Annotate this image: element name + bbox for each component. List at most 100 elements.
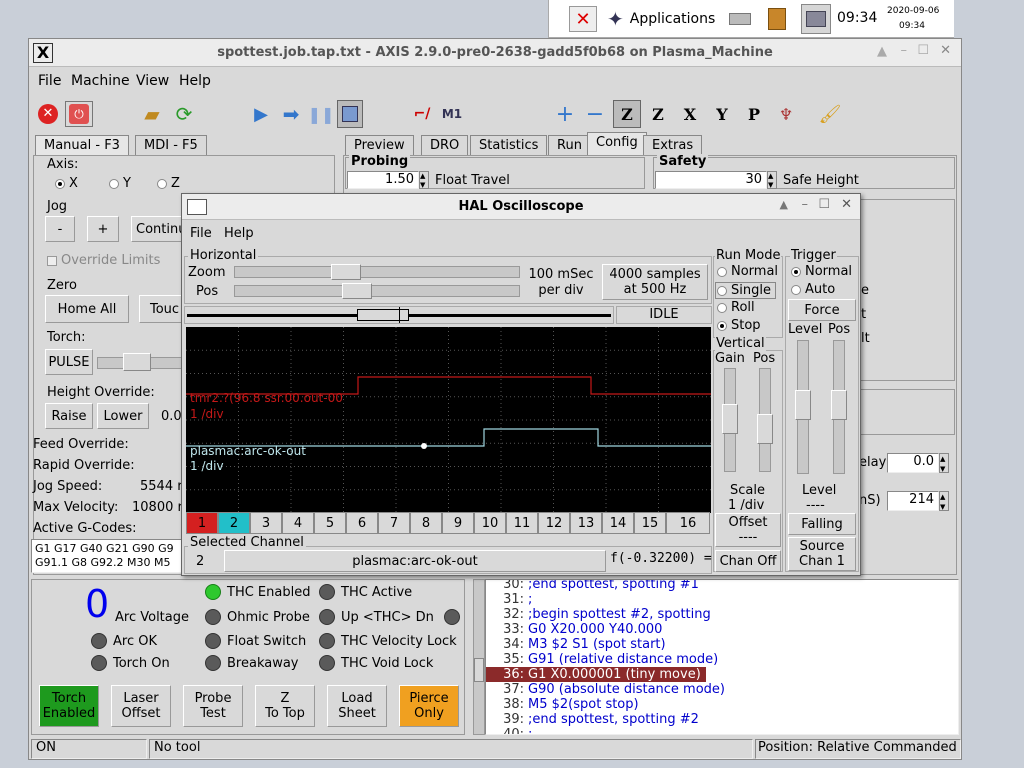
load-sheet-button[interactable]: Load Sheet	[327, 685, 387, 727]
force-button[interactable]: Force	[788, 299, 856, 321]
safe-height-input[interactable]: 30	[655, 171, 767, 189]
view-p-icon[interactable]: P	[741, 101, 767, 127]
gcode-line[interactable]: 32: ;begin spottest #2, spotting	[486, 607, 711, 622]
run-icon[interactable]: ▶	[249, 101, 273, 127]
zoom-out-icon[interactable]: −	[583, 101, 607, 127]
channel-button-3[interactable]: 3	[250, 512, 282, 534]
gcode-scrollbar[interactable]	[473, 579, 485, 735]
jog-plus-button[interactable]: +	[87, 216, 119, 242]
zoom-slider-thumb[interactable]	[331, 264, 362, 280]
axis-x-radio[interactable]: X	[55, 176, 78, 191]
jog-minus-button[interactable]: -	[45, 216, 75, 242]
hal-close-icon[interactable]: ✕	[841, 197, 852, 212]
channel-button-13[interactable]: 13	[570, 512, 602, 534]
power-icon[interactable]: ⏻	[65, 101, 93, 127]
tab-run[interactable]: Run	[548, 135, 591, 155]
falling-button[interactable]: Falling	[788, 513, 856, 535]
tab-mdi[interactable]: MDI - F5	[135, 135, 207, 155]
channel-button-12[interactable]: 12	[538, 512, 570, 534]
pos-slider-thumb[interactable]	[341, 283, 372, 299]
gcode-line[interactable]: 36: G1 X0.000001 (tiny move)	[486, 667, 706, 682]
samples-button[interactable]: 4000 samples at 500 Hz	[602, 264, 708, 300]
float-travel-input[interactable]: 1.50	[347, 171, 419, 189]
gcode-line[interactable]: 30: ;end spottest, spotting #1	[486, 580, 706, 592]
tab-preview[interactable]: Preview	[345, 135, 414, 155]
pulse-button[interactable]: PULSE	[45, 349, 93, 375]
axis-z-radio[interactable]: Z	[157, 176, 180, 191]
vpos-thumb[interactable]	[757, 414, 773, 444]
menu-help[interactable]: Help	[179, 73, 211, 89]
open-folder-icon[interactable]: ▰	[139, 101, 165, 127]
trigger-normal-radio[interactable]: Normal	[791, 264, 852, 279]
pause-icon[interactable]: ❚❚	[308, 101, 335, 127]
view-z2-icon[interactable]: Z	[645, 101, 671, 127]
channel-button-16[interactable]: 16	[666, 512, 710, 534]
run-mode-roll-radio[interactable]: Roll	[717, 300, 755, 315]
gcode-line[interactable]: 31:;	[486, 592, 706, 607]
channel-button-6[interactable]: 6	[346, 512, 378, 534]
trigger-level-thumb[interactable]	[795, 390, 811, 420]
channel-button-8[interactable]: 8	[410, 512, 442, 534]
rotate-icon[interactable]: ♆	[773, 101, 799, 127]
gcode-line[interactable]: 37: G90 (absolute distance mode)	[486, 682, 725, 697]
z-to-top-button[interactable]: Z To Top	[255, 685, 315, 727]
pos-slider[interactable]	[234, 285, 520, 297]
hal-minimize-icon[interactable]: –	[802, 197, 809, 212]
archive-icon[interactable]	[765, 6, 789, 32]
menu-file[interactable]: File	[38, 73, 61, 89]
delay-input[interactable]: 0.0	[887, 453, 939, 473]
hal-menu-help[interactable]: Help	[224, 226, 254, 241]
jog-mode-select[interactable]: Continu	[131, 216, 186, 242]
safe-height-spin[interactable]: ▲ ▼	[767, 171, 777, 189]
tab-extras[interactable]: Extras	[643, 135, 703, 155]
tab-manual[interactable]: Manual - F3	[35, 135, 129, 155]
step-icon[interactable]: ➡	[279, 101, 303, 127]
pierce-only-button[interactable]: Pierce Only	[399, 685, 459, 727]
gcode-line[interactable]: 34: M3 $2 S1 (spot start)	[486, 637, 706, 652]
gcode-line[interactable]: 40:;	[486, 727, 706, 734]
drive-icon[interactable]	[727, 8, 753, 30]
view-y-icon[interactable]: Y	[709, 101, 735, 127]
channel-button-1[interactable]: 1	[186, 512, 218, 534]
torch-enabled-button[interactable]: Torch Enabled	[39, 685, 99, 727]
channel-button-5[interactable]: 5	[314, 512, 346, 534]
touch-off-button[interactable]: Touc	[139, 295, 183, 323]
clear-plot-icon[interactable]: 🖌	[817, 101, 843, 127]
channel-button-15[interactable]: 15	[634, 512, 666, 534]
hal-maximize-icon[interactable]: ☐	[818, 197, 830, 212]
trigger-pos-thumb[interactable]	[831, 390, 847, 420]
tab-config[interactable]: Config	[587, 132, 647, 155]
run-mode-single-radio[interactable]: Single	[715, 282, 776, 299]
channel-button-2[interactable]: 2	[218, 512, 250, 534]
gain-thumb[interactable]	[722, 404, 738, 434]
close-icon[interactable]: ✕	[569, 6, 597, 32]
channel-button-9[interactable]: 9	[442, 512, 474, 534]
laser-offset-button[interactable]: Laser Offset	[111, 685, 171, 727]
zoom-slider[interactable]	[234, 266, 520, 278]
ms-spin[interactable]: ▲ ▼	[939, 491, 949, 511]
view-x-icon[interactable]: X	[677, 101, 703, 127]
home-all-button[interactable]: Home All	[45, 295, 129, 323]
float-travel-spin[interactable]: ▲ ▼	[419, 171, 429, 189]
menu-view[interactable]: View	[136, 73, 169, 89]
reload-icon[interactable]: ⟳	[171, 101, 197, 127]
close-window-icon[interactable]: ✕	[940, 43, 951, 58]
channel-button-14[interactable]: 14	[602, 512, 634, 534]
tab-statistics[interactable]: Statistics	[470, 135, 548, 155]
hal-menu-file[interactable]: File	[190, 226, 212, 241]
trigger-auto-radio[interactable]: Auto	[791, 282, 835, 297]
chan-off-button[interactable]: Chan Off	[715, 550, 781, 572]
menu-machine[interactable]: Machine	[71, 73, 130, 89]
channel-button-7[interactable]: 7	[378, 512, 410, 534]
gcode-line[interactable]: 33: G0 X20.000 Y40.000	[486, 622, 706, 637]
probe-test-button[interactable]: Probe Test	[183, 685, 243, 727]
axis-y-radio[interactable]: Y	[109, 176, 131, 191]
estop-icon[interactable]: ✕	[35, 101, 61, 127]
override-limits-checkbox[interactable]: Override Limits	[47, 253, 160, 268]
source-button[interactable]: Source Chan 1	[788, 537, 856, 571]
ms-input[interactable]: 214	[887, 491, 939, 511]
optional-stop-icon[interactable]: M1	[439, 101, 465, 127]
block-delete-icon[interactable]: ⌐/	[409, 101, 435, 127]
window-list-icon[interactable]	[801, 4, 831, 34]
pulse-slider-thumb[interactable]	[123, 353, 151, 371]
